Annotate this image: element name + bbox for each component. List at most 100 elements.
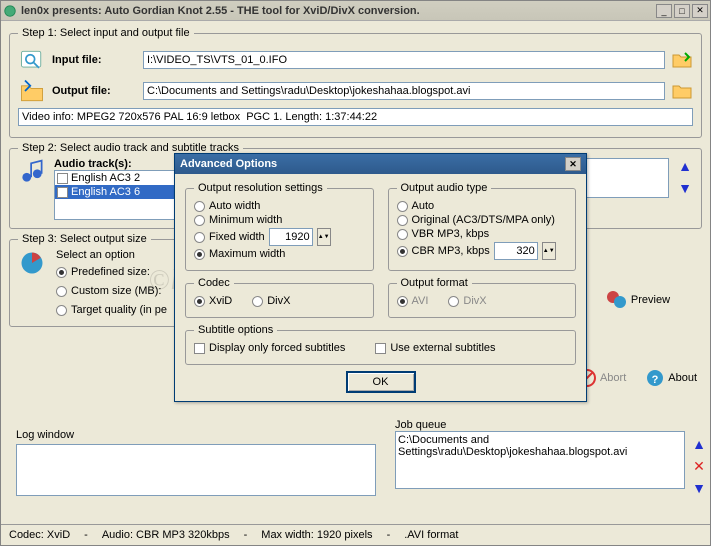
step1-legend: Step 1: Select input and output file bbox=[18, 27, 194, 39]
list-item-label: English AC3 2 bbox=[71, 172, 140, 184]
fixed-width-field[interactable] bbox=[269, 228, 313, 246]
radio-label: Target quality (in pe bbox=[71, 304, 167, 316]
radio-min-width[interactable] bbox=[194, 215, 205, 226]
radio-label: Predefined size: bbox=[71, 266, 150, 278]
status-format: .AVI format bbox=[404, 529, 458, 541]
radio-label: CBR MP3, kbps bbox=[412, 245, 490, 257]
radio-label: DivX bbox=[463, 295, 486, 307]
about-button[interactable]: ? About bbox=[646, 369, 697, 387]
radio-fixed-width[interactable] bbox=[194, 232, 205, 243]
dialog-close-button[interactable]: ✕ bbox=[565, 157, 581, 171]
output-audio-group: Output audio type Auto Original (AC3/DTS… bbox=[388, 182, 577, 271]
radio-label: VBR MP3, kbps bbox=[412, 228, 490, 240]
job-queue-label: Job queue bbox=[395, 419, 446, 431]
pie-chart-icon bbox=[18, 249, 46, 277]
radio-predefined[interactable] bbox=[56, 267, 67, 278]
status-width: Max width: 1920 pixels bbox=[261, 529, 372, 541]
svg-text:?: ? bbox=[652, 374, 659, 386]
radio-audio-auto[interactable] bbox=[397, 201, 408, 212]
input-file-icon[interactable] bbox=[18, 46, 46, 74]
radio-label: Fixed width bbox=[209, 231, 265, 243]
radio-divx[interactable] bbox=[252, 296, 263, 307]
radio-label: Auto bbox=[412, 200, 435, 212]
codec-group: Codec XviD DivX bbox=[185, 277, 374, 318]
radio-max-width[interactable] bbox=[194, 249, 205, 260]
radio-label: Auto width bbox=[209, 200, 260, 212]
log-window-label: Log window bbox=[16, 429, 74, 441]
close-button[interactable]: ✕ bbox=[692, 4, 708, 18]
radio-quality[interactable] bbox=[56, 305, 67, 316]
move-up-button[interactable]: ▲ bbox=[677, 158, 693, 174]
input-file-label: Input file: bbox=[52, 54, 137, 66]
checkbox-label: Use external subtitles bbox=[390, 342, 495, 354]
output-resolution-group: Output resolution settings Auto width Mi… bbox=[185, 182, 374, 271]
radio-label: DivX bbox=[267, 295, 290, 307]
radio-label: AVI bbox=[412, 295, 429, 307]
job-down-button[interactable]: ▼ bbox=[691, 480, 707, 496]
film-icon bbox=[605, 289, 627, 311]
step1-group: Step 1: Select input and output file Inp… bbox=[9, 27, 702, 138]
cbr-spinner[interactable]: ▲▼ bbox=[542, 242, 556, 260]
titlebar: len0x presents: Auto Gordian Knot 2.55 -… bbox=[1, 1, 710, 21]
group-legend: Output resolution settings bbox=[194, 182, 327, 194]
radio-xvid[interactable] bbox=[194, 296, 205, 307]
group-legend: Subtitle options bbox=[194, 324, 277, 336]
job-up-button[interactable]: ▲ bbox=[691, 436, 707, 452]
cbr-kbps-field[interactable] bbox=[494, 242, 538, 260]
app-icon bbox=[3, 4, 17, 18]
group-legend: Output format bbox=[397, 277, 472, 289]
output-file-label: Output file: bbox=[52, 85, 137, 97]
audio-icon bbox=[18, 158, 46, 186]
step3-legend: Step 3: Select output size bbox=[18, 233, 151, 245]
output-format-group: Output format AVI DivX bbox=[388, 277, 577, 318]
browse-output-icon[interactable] bbox=[671, 82, 693, 100]
preview-label: Preview bbox=[631, 294, 670, 306]
subtitle-options-group: Subtitle options Display only forced sub… bbox=[185, 324, 576, 365]
radio-label: Maximum width bbox=[209, 248, 285, 260]
radio-label: Original (AC3/DTS/MPA only) bbox=[412, 214, 555, 226]
maximize-button[interactable]: □ bbox=[674, 4, 690, 18]
preview-button[interactable]: Preview bbox=[605, 289, 670, 311]
output-file-field[interactable] bbox=[143, 82, 665, 100]
job-delete-button[interactable]: ✕ bbox=[691, 458, 707, 474]
output-file-icon[interactable] bbox=[18, 77, 46, 105]
advanced-options-dialog: Advanced Options ✕ Output resolution set… bbox=[174, 153, 587, 402]
radio-label: XviD bbox=[209, 295, 232, 307]
radio-custom[interactable] bbox=[56, 286, 67, 297]
radio-audio-vbr[interactable] bbox=[397, 229, 408, 240]
radio-auto-width[interactable] bbox=[194, 201, 205, 212]
radio-avi[interactable] bbox=[397, 296, 408, 307]
about-label: About bbox=[668, 372, 697, 384]
log-window[interactable] bbox=[16, 444, 376, 496]
group-legend: Output audio type bbox=[397, 182, 492, 194]
checkbox-label: Display only forced subtitles bbox=[209, 342, 345, 354]
radio-audio-cbr[interactable] bbox=[397, 246, 408, 257]
ok-button[interactable]: OK bbox=[346, 371, 416, 393]
help-icon: ? bbox=[646, 369, 664, 387]
checkbox-forced-subs[interactable] bbox=[194, 343, 205, 354]
list-item-label: English AC3 6 bbox=[71, 186, 140, 198]
abort-label: Abort bbox=[600, 372, 626, 384]
job-queue-list[interactable]: C:\Documents and Settings\radu\Desktop\j… bbox=[395, 431, 685, 489]
checkbox-icon[interactable] bbox=[57, 173, 68, 184]
group-legend: Codec bbox=[194, 277, 234, 289]
video-info-field bbox=[18, 108, 693, 126]
status-audio: Audio: CBR MP3 320kbps bbox=[102, 529, 230, 541]
fixed-width-spinner[interactable]: ▲▼ bbox=[317, 228, 331, 246]
select-option-label: Select an option bbox=[56, 249, 167, 261]
browse-input-icon[interactable] bbox=[671, 51, 693, 69]
list-item[interactable]: C:\Documents and Settings\radu\Desktop\j… bbox=[398, 434, 682, 458]
status-bar: Codec: XviD - Audio: CBR MP3 320kbps - M… bbox=[1, 524, 710, 545]
step3-group: Step 3: Select output size Select an opt… bbox=[9, 233, 189, 327]
radio-audio-original[interactable] bbox=[397, 215, 408, 226]
move-down-button[interactable]: ▼ bbox=[677, 180, 693, 196]
minimize-button[interactable]: _ bbox=[656, 4, 672, 18]
dialog-title: Advanced Options bbox=[180, 158, 565, 170]
input-file-field[interactable] bbox=[143, 51, 665, 69]
checkbox-icon[interactable]: ✓ bbox=[57, 187, 68, 198]
checkbox-external-subs[interactable] bbox=[375, 343, 386, 354]
radio-format-divx[interactable] bbox=[448, 296, 459, 307]
window-title: len0x presents: Auto Gordian Knot 2.55 -… bbox=[21, 5, 654, 17]
radio-label: Minimum width bbox=[209, 214, 282, 226]
status-codec: Codec: XviD bbox=[9, 529, 70, 541]
